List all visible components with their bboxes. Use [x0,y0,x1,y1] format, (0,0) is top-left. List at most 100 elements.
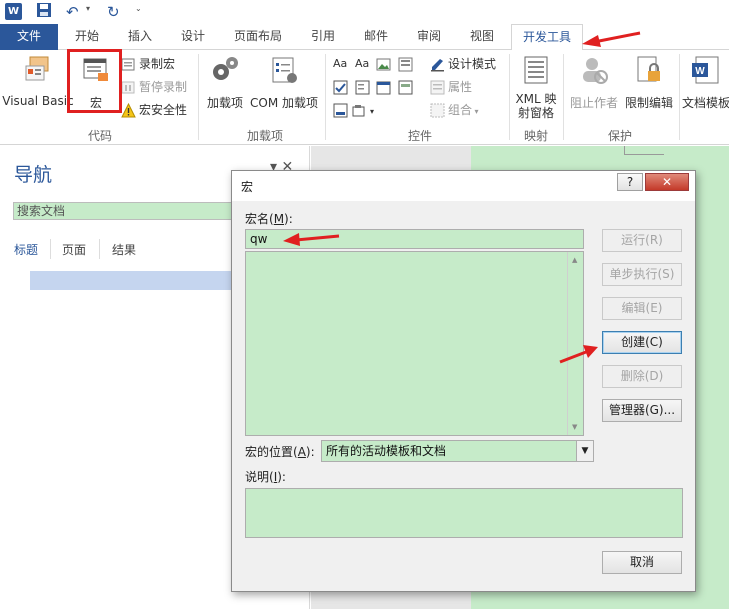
help-button[interactable]: ? [617,173,643,191]
macros-in-select[interactable]: 所有的活动模板和文档 ▼ [321,440,594,462]
dialog-title: 宏 [241,180,254,194]
group-icon [430,103,445,118]
tab-references[interactable]: 引用 [301,24,345,50]
word-document-icon: W [690,54,722,86]
scroll-down-icon[interactable]: ▼ [572,423,577,431]
group-divider [325,54,326,140]
gears-icon [209,54,241,86]
create-button[interactable]: 创建(C) [602,331,682,354]
xml-mapping-pane-button[interactable]: XML 映射窗格 [512,54,560,120]
visual-basic-label: Visual Basic [2,94,74,108]
restrict-editing-icon [633,54,665,86]
record-macro-label: 录制宏 [139,57,176,71]
cancel-button[interactable]: 取消 [602,551,682,574]
legacy-tools-icon[interactable]: ▾ [352,100,374,120]
document-template-button[interactable]: W 文档模板 [682,54,729,111]
code-group-label: 代码 [87,129,112,143]
save-icon[interactable] [36,2,52,22]
addins-label: 加载项 [206,96,243,110]
tab-insert[interactable]: 插入 [117,24,163,50]
pause-recording-button[interactable]: 暂停录制 [121,77,187,97]
block-authors-label: 阻止作者 [569,96,618,110]
record-macro-button[interactable]: 录制宏 [121,54,175,74]
macro-name-label: 宏名(M): [245,212,293,226]
tab-mailings[interactable]: 邮件 [354,24,398,50]
repeating-section-icon[interactable] [398,77,416,97]
tab-file[interactable]: 文件 [0,24,58,50]
xml-mapping-icon [520,54,552,86]
macros-highlight-box [67,49,122,113]
macro-security-label: 宏安全性 [139,103,188,117]
nav-title: 导航 [14,164,53,186]
group-divider [679,54,680,140]
design-mode-label: 设计模式 [448,57,497,71]
macro-list-scrollbar[interactable]: ▲ ▼ [567,252,583,435]
tab-view[interactable]: 视图 [460,24,504,50]
scroll-up-icon[interactable]: ▲ [572,256,577,264]
tab-home[interactable]: 开始 [62,24,112,50]
step-into-button[interactable]: 单步执行(S) [602,263,682,286]
edit-button[interactable]: 编辑(E) [602,297,682,320]
addins-button[interactable]: 加载项 [203,54,247,111]
chevron-down-icon[interactable]: ▼ [576,441,593,461]
visual-basic-icon [22,54,54,86]
com-addins-button[interactable]: COM 加载项 [247,54,321,111]
macro-security-button[interactable]: 宏安全性 [121,100,187,120]
macro-list[interactable]: ▲ ▼ [245,251,584,436]
pause-recording-label: 暂停录制 [139,80,188,94]
ribbon-tabs: 文件 开始 插入 设计 页面布局 引用 邮件 审阅 视图 开发工具 [0,24,729,51]
undo-icon[interactable]: ↶ [66,2,79,22]
document-template-label: 文档模板 [682,96,729,110]
nav-tab-headings[interactable]: 标题 [14,241,38,258]
nav-tab-divider [50,239,51,259]
record-macro-icon [121,57,136,72]
redo-icon[interactable]: ↻ [107,2,120,22]
group-divider [198,54,199,140]
design-mode-button[interactable]: 设计模式 [430,54,496,74]
tab-page-layout[interactable]: 页面布局 [226,24,290,50]
building-block-control-icon[interactable] [398,54,416,74]
addins-group-label: 加载项 [246,129,283,143]
tab-developer[interactable]: 开发工具 [511,24,583,51]
group-divider [563,54,564,140]
tab-design[interactable]: 设计 [170,24,216,50]
protect-group-label: 保护 [607,129,632,143]
undo-dropdown-icon[interactable]: ▾ [86,4,90,13]
date-picker-icon[interactable] [376,77,394,97]
plain-text-control[interactable]: Aa [355,54,369,74]
restrict-editing-button[interactable]: 限制编辑 [622,54,676,111]
checkbox-control-icon[interactable] [333,77,351,97]
tab-review[interactable]: 审阅 [407,24,451,50]
block-authors-button[interactable]: 阻止作者 [566,54,622,111]
controls-group-label: 控件 [407,129,432,143]
organizer-button[interactable]: 管理器(G)... [602,399,682,422]
com-addins-label: COM 加载项 [250,96,318,110]
nav-tab-divider [99,239,100,259]
properties-button[interactable]: 属性 [430,77,472,97]
visual-basic-button[interactable]: Visual Basic [2,54,74,108]
nav-tab-pages[interactable]: 页面 [62,241,86,258]
description-label: 说明(I): [245,470,286,484]
combobox-control-icon[interactable] [355,77,373,97]
mapping-group-label: 映射 [523,129,548,143]
picture-control-icon[interactable] [376,54,394,74]
customize-qat-icon[interactable]: ⌄ [135,4,142,13]
run-button[interactable]: 运行(R) [602,229,682,252]
macros-dialog: 宏 ? ✕ 宏名(M): qw ▲ ▼ 运行(R) 单步执行(S) 编辑(E) … [231,170,696,592]
description-box [245,488,683,538]
restrict-editing-label: 限制编辑 [624,96,673,110]
macros-in-value: 所有的活动模板和文档 [326,444,447,458]
properties-label: 属性 [448,80,473,94]
group-label: 组合 [448,103,473,117]
word-logo-icon: W [5,3,22,20]
rich-text-control[interactable]: Aa [333,54,347,74]
quick-access-toolbar: W ↶ ▾ ↻ ⌄ [0,0,729,24]
close-button[interactable]: ✕ [645,173,689,191]
dropdown-control-icon[interactable] [333,100,351,120]
macro-name-input[interactable]: qw [245,229,584,249]
group-button[interactable]: 组合 ▾ [430,100,479,120]
nav-tab-results[interactable]: 结果 [112,241,136,258]
delete-button[interactable]: 删除(D) [602,365,682,388]
pause-recording-icon [121,80,136,95]
svg-text:W: W [695,66,705,77]
